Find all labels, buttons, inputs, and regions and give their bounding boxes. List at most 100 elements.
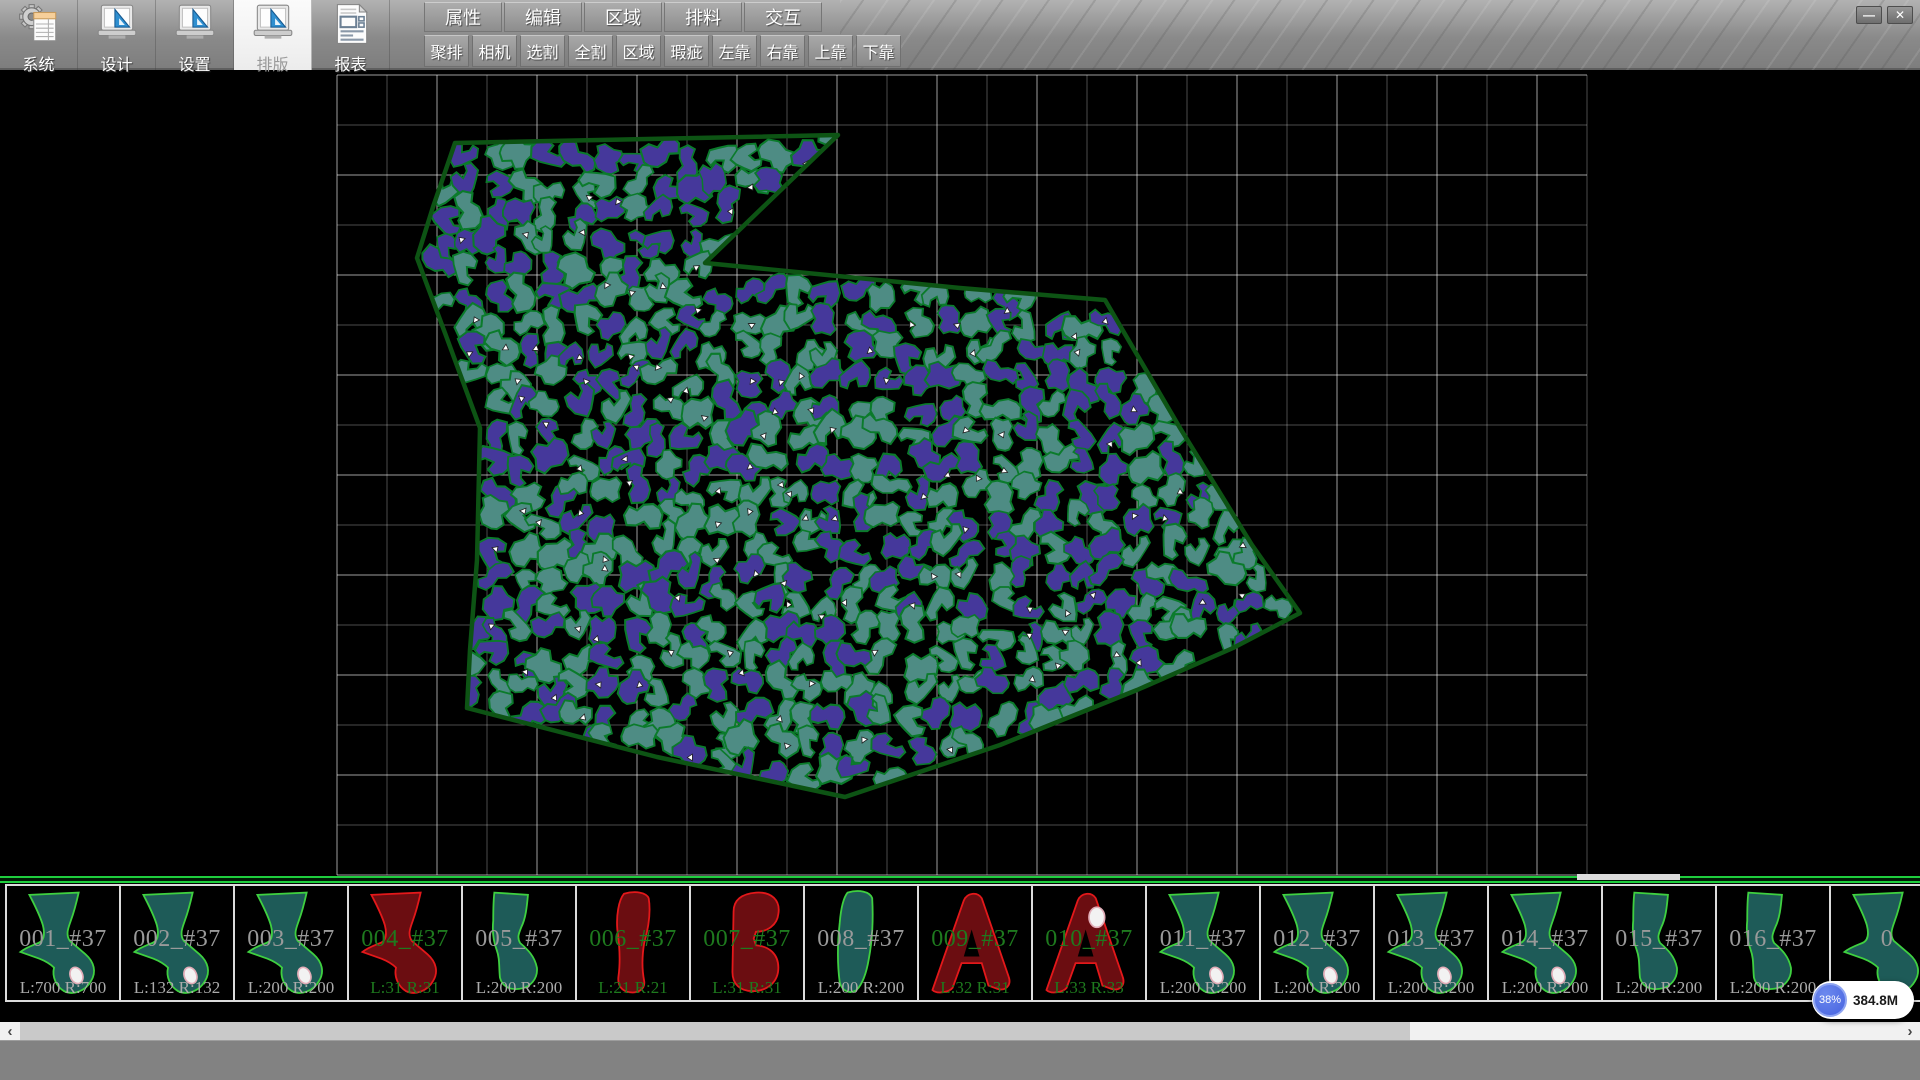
piece-id-label: 011_#37 <box>1147 926 1259 953</box>
piece-lr-count-label: L:33 R:33 <box>1033 978 1145 998</box>
piece-thumbnail-015_#37[interactable]: 015_#37 L:200 R:200 <box>1601 884 1717 1002</box>
ribbon-tool-瑕疵[interactable]: 瑕疵 <box>664 35 709 67</box>
minimize-button[interactable]: — <box>1856 6 1882 24</box>
piece-thumbnail-009_#37[interactable]: 009_#37 L:32 R:31 <box>917 884 1033 1002</box>
app-mode-label: 设计 <box>100 51 132 75</box>
piece-lr-count-label: L:700 R:700 <box>7 978 119 998</box>
piece-id-label: 007_#37 <box>691 926 803 953</box>
ribbon-tab-属性[interactable]: 属性 <box>424 2 502 32</box>
ribbon-tool-右靠[interactable]: 右靠 <box>760 35 805 67</box>
app-mode-排版[interactable]: 排版 <box>234 0 312 70</box>
close-button[interactable]: ✕ <box>1887 6 1913 24</box>
app-mode-label: 系统 <box>22 51 54 75</box>
piece-thumbnail-016_#37[interactable]: 016_#37L:200 R:200 <box>1715 884 1831 1002</box>
piece-id-label: 015_#37 <box>1603 926 1715 953</box>
piece-lr-count-label: L:200 R:200 <box>463 978 575 998</box>
piece-thumbnail-007_#37[interactable]: 007_#37 L:31 R:31 <box>689 884 805 1002</box>
ribbon-menus: 属性编辑区域排料交互 聚排相机选割全割区域瑕疵左靠右靠上靠下靠 <box>424 0 901 67</box>
piece-thumbnail-012_#37[interactable]: 012_#37 L:200 R:200 <box>1259 884 1375 1002</box>
piece-id-label: 014_#37 <box>1489 926 1601 953</box>
scroll-right-arrow[interactable]: › <box>1900 1022 1920 1040</box>
laptop-ruler-icon <box>250 3 296 50</box>
piece-thumbnail-strip: 001_#37L:700 R:700002_#37L:132 R:132003_… <box>0 884 1920 1004</box>
piece-thumbnail-006_#37[interactable]: 006_#37 L:21 R:21 <box>575 884 691 1002</box>
status-bar <box>0 1040 1920 1080</box>
piece-lr-count-label: L:200 R:200 <box>235 978 347 998</box>
app-mode-label: 排版 <box>256 51 288 75</box>
piece-lr-count-label: L:200 R:200 <box>805 978 917 998</box>
laptop-ruler-icon <box>94 3 140 50</box>
laptop-ruler-icon <box>172 3 218 50</box>
app-mode-strip: 系统 设计 设置 排版 报表 <box>0 0 390 70</box>
piece-thumbnail-014_#37[interactable]: 014_#37L:200 R:200 <box>1487 884 1603 1002</box>
report-doc-icon <box>328 3 374 50</box>
titlebar-hatch-texture <box>840 0 1920 70</box>
ribbon-tool-上靠[interactable]: 上靠 <box>808 35 853 67</box>
piece-thumbnail-013_#37[interactable]: 013_#37 L:200 R:200 <box>1373 884 1489 1002</box>
piece-thumbnail-010_#37[interactable]: 010_#37 L:33 R:33 <box>1031 884 1147 1002</box>
gear-doc-icon <box>16 3 62 50</box>
app-mode-系统[interactable]: 系统 <box>0 0 78 70</box>
piece-id-label: 016_#37 <box>1717 926 1829 953</box>
memory-value: 384.8M <box>1853 993 1898 1008</box>
piece-id-label: 002_#37 <box>121 926 233 953</box>
nesting-canvas[interactable] <box>0 70 1920 876</box>
piece-lr-count-label: L:31 R:31 <box>349 978 461 998</box>
piece-id-label: 001_#37 <box>7 926 119 953</box>
piece-id-label: 004_#37 <box>349 926 461 953</box>
ribbon-tab-交互[interactable]: 交互 <box>744 2 822 32</box>
app-mode-设置[interactable]: 设置 <box>156 0 234 70</box>
ribbon-tab-编辑[interactable]: 编辑 <box>504 2 582 32</box>
ribbon-tool-左靠[interactable]: 左靠 <box>712 35 757 67</box>
progress-percent-badge: 38% <box>1813 983 1847 1017</box>
ribbon-tool-相机[interactable]: 相机 <box>472 35 517 67</box>
ribbon-tool-区域[interactable]: 区域 <box>616 35 661 67</box>
piece-thumbnail-008_#37[interactable]: 008_#37 L:200 R:200 <box>803 884 919 1002</box>
piece-lr-count-label: L:200 R:200 <box>1147 978 1259 998</box>
ribbon-tab-row: 属性编辑区域排料交互 <box>424 2 901 32</box>
nesting-drawing <box>0 70 1920 876</box>
piece-thumbnail-001_#37[interactable]: 001_#37 L:700 R:700 <box>5 884 121 1002</box>
scroll-left-arrow[interactable]: ‹ <box>0 1022 20 1040</box>
ribbon-tool-下靠[interactable]: 下靠 <box>856 35 901 67</box>
piece-id-label: 012_#37 <box>1261 926 1373 953</box>
piece-id-label: 003_#37 <box>235 926 347 953</box>
piece-lr-count-label: L:200 R:200 <box>1261 978 1373 998</box>
piece-id-label: 005_#37 <box>463 926 575 953</box>
piece-id-label: 010_#37 <box>1033 926 1145 953</box>
piece-thumbnail-011_#37[interactable]: 011_#37 L:200 R:200 <box>1145 884 1261 1002</box>
piece-thumbnail-004_#37[interactable]: 004_#37 L:31 R:31 <box>347 884 463 1002</box>
app-mode-设计[interactable]: 设计 <box>78 0 156 70</box>
piece-id-label: 013_#37 <box>1375 926 1487 953</box>
ribbon-tool-选割[interactable]: 选割 <box>520 35 565 67</box>
piece-lr-count-label: L:31 R:31 <box>691 978 803 998</box>
memory-usage-pill: 38% 384.8M <box>1812 981 1914 1019</box>
piece-thumbnail-005_#37[interactable]: 005_#37 L:200 R:200 <box>461 884 577 1002</box>
scrollbar-thumb[interactable] <box>20 1022 1410 1040</box>
ribbon-tool-row: 聚排相机选割全割区域瑕疵左靠右靠上靠下靠 <box>424 35 901 67</box>
thumbnail-horizontal-scrollbar[interactable]: ‹ › <box>0 1022 1920 1040</box>
piece-lr-count-label: L:21 R:21 <box>577 978 689 998</box>
piece-lr-count-label: L:200 R:200 <box>1375 978 1487 998</box>
piece-lr-count-label: L:32 R:31 <box>919 978 1031 998</box>
ribbon-tool-聚排[interactable]: 聚排 <box>424 35 469 67</box>
piece-id-label: 006_#37 <box>577 926 689 953</box>
piece-lr-count-label: L:132 R:132 <box>121 978 233 998</box>
nested-pieces <box>417 116 1296 800</box>
ribbon-tab-区域[interactable]: 区域 <box>584 2 662 32</box>
piece-thumbnail-003_#37[interactable]: 003_#37 L:200 R:200 <box>233 884 349 1002</box>
thumbnail-scroll-position-indicator <box>1577 874 1680 880</box>
piece-id-label: 0 <box>1831 926 1920 953</box>
app-window: 系统 设计 设置 排版 报表 属性编辑区域排料交互 聚排相机选割全割区 <box>0 0 1920 1080</box>
ribbon-toolbar: 系统 设计 设置 排版 报表 属性编辑区域排料交互 聚排相机选割全割区 <box>0 0 1920 70</box>
app-mode-报表[interactable]: 报表 <box>312 0 390 70</box>
piece-id-label: 009_#37 <box>919 926 1031 953</box>
ribbon-tool-全割[interactable]: 全割 <box>568 35 613 67</box>
piece-id-label: 008_#37 <box>805 926 917 953</box>
ribbon-tab-排料[interactable]: 排料 <box>664 2 742 32</box>
app-mode-label: 报表 <box>334 51 366 75</box>
piece-lr-count-label: L:200 R:200 <box>1603 978 1715 998</box>
window-controls: — ✕ <box>1856 6 1913 24</box>
piece-thumbnail-002_#37[interactable]: 002_#37 L:132 R:132 <box>119 884 235 1002</box>
app-mode-label: 设置 <box>178 51 210 75</box>
